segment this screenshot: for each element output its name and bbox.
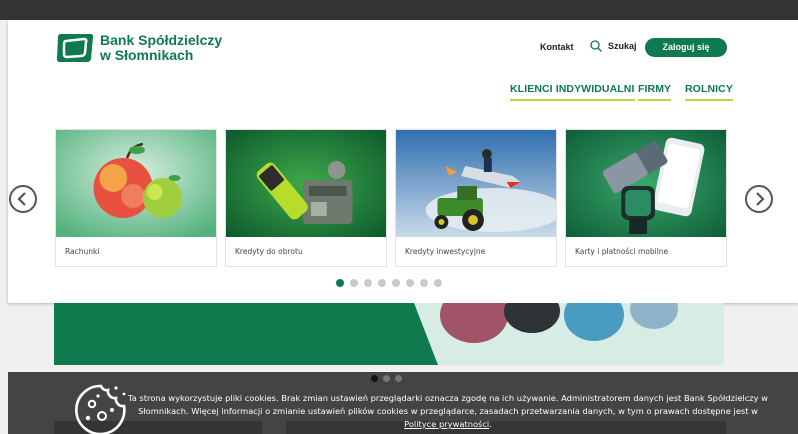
phone-smartwatch-image	[566, 130, 726, 237]
pagination-dot[interactable]	[350, 279, 358, 287]
cookie-icon	[75, 384, 126, 434]
carousel-prev-button[interactable]	[9, 185, 37, 213]
chevron-left-icon	[17, 192, 26, 206]
logo-mark-icon	[57, 34, 93, 62]
pagination-dot[interactable]	[371, 375, 378, 382]
card-karty-i-platnosci-mobilne[interactable]: Karty i płatności mobilne	[565, 129, 727, 267]
pagination-dot[interactable]	[406, 279, 414, 287]
battery-charger-image	[226, 130, 386, 237]
banner-pagination	[371, 375, 407, 382]
cookie-text: Ta strona wykorzystuje pliki cookies. Br…	[128, 392, 768, 431]
card-kredyty-inwestycyjne[interactable]: Kredyty inwestycyjne	[395, 129, 557, 267]
chevron-right-icon	[756, 192, 765, 206]
search-button[interactable]: Szukaj	[590, 40, 637, 52]
pagination-dot[interactable]	[364, 279, 372, 287]
nav-klienci-indywidualni[interactable]: KLIENCI INDYWIDUALNI	[510, 83, 635, 101]
bank-logo[interactable]: Bank Spółdzielczy w Słomnikach	[56, 33, 222, 63]
card-caption: Karty i płatności mobilne	[575, 247, 669, 256]
card-caption: Kredyty do obrotu	[235, 247, 303, 256]
card-caption: Rachunki	[65, 247, 100, 256]
nav-firmy[interactable]: FIRMY	[638, 83, 672, 101]
card-kredyty-do-obrotu[interactable]: Kredyty do obrotu	[225, 129, 387, 267]
pagination-dot[interactable]	[420, 279, 428, 287]
pagination-dot[interactable]	[434, 279, 442, 287]
card-caption: Kredyty inwestycyjne	[405, 247, 486, 256]
cookie-banner: Ta strona wykorzystuje pliki cookies. Br…	[8, 372, 798, 434]
cookie-text-main: Ta strona wykorzystuje pliki cookies. Br…	[128, 393, 768, 416]
card-rachunki[interactable]: Rachunki	[55, 129, 217, 267]
pagination-dot[interactable]	[383, 375, 390, 382]
search-icon	[590, 40, 602, 52]
pagination-dot[interactable]	[395, 375, 402, 382]
promo-banner[interactable]	[54, 303, 724, 365]
carousel-next-button[interactable]	[745, 185, 773, 213]
login-button[interactable]: Zaloguj się	[645, 38, 727, 57]
carousel-pagination	[336, 279, 448, 287]
pagination-dot[interactable]	[392, 279, 400, 287]
apple-puzzle-image	[56, 130, 216, 237]
cookie-text-end: .	[489, 419, 492, 429]
logo-line-2: w Słomnikach	[100, 47, 194, 63]
tractor-rocket-image	[396, 130, 556, 237]
privacy-policy-link[interactable]: Polityce prywatności	[404, 419, 489, 429]
pagination-dot[interactable]	[378, 279, 386, 287]
search-label: Szukaj	[608, 41, 637, 51]
logo-line-1: Bank Spółdzielczy	[100, 32, 223, 48]
smartwatch-bands-image	[54, 303, 724, 365]
nav-rolnicy[interactable]: ROLNICY	[685, 83, 733, 101]
kontakt-link[interactable]: Kontakt	[540, 42, 574, 52]
pagination-dot[interactable]	[336, 279, 344, 287]
top-bar	[0, 0, 798, 20]
